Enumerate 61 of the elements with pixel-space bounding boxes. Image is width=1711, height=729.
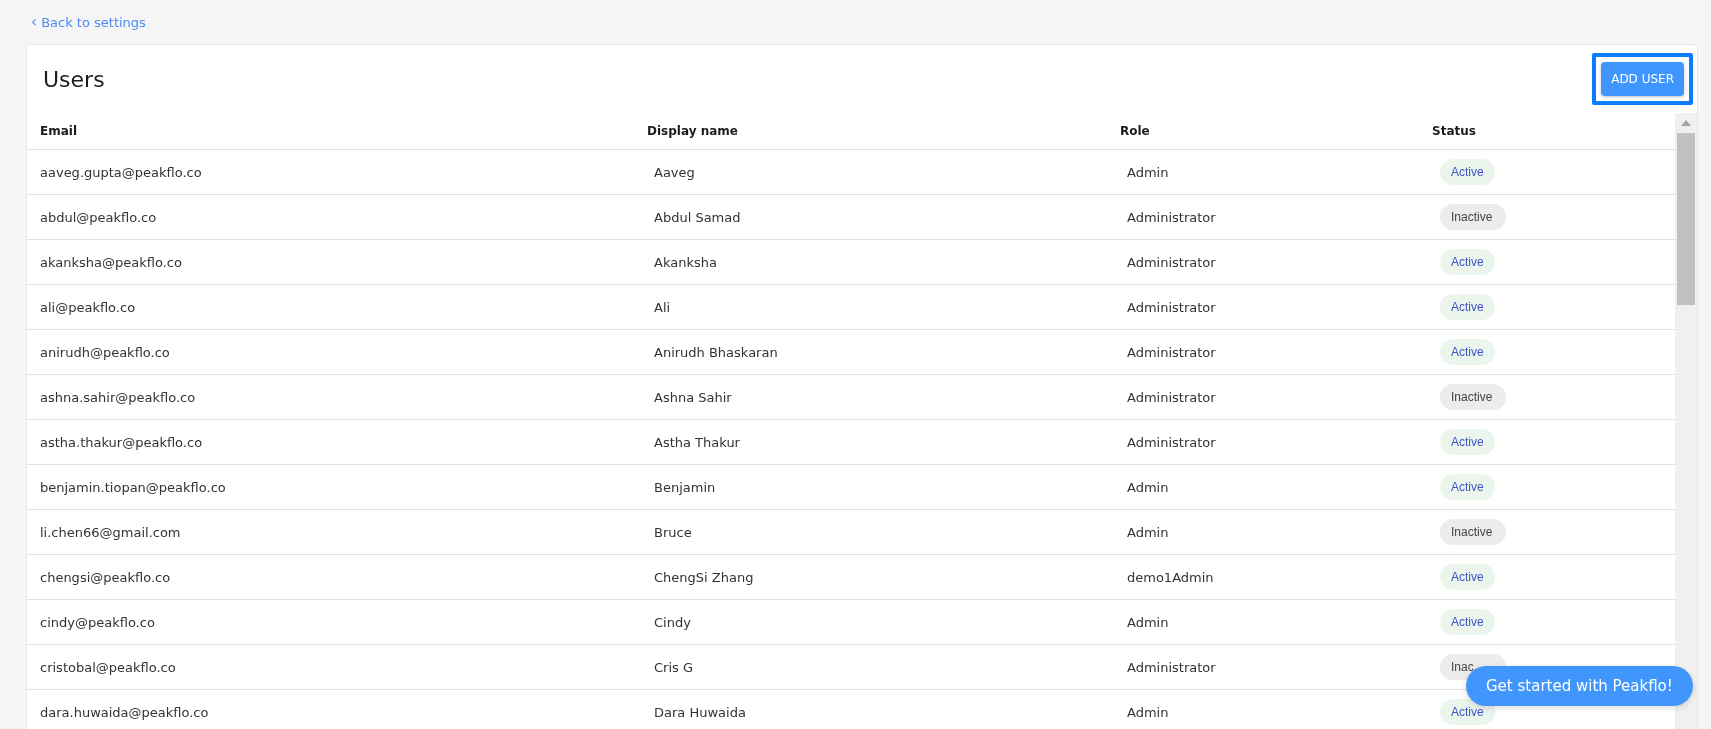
- table-cell-text: ChengSi Zhang: [653, 569, 755, 585]
- back-link[interactable]: ‹ Back to settings: [31, 13, 146, 31]
- column-header: Role: [1120, 124, 1151, 138]
- table-cell-text: Administrator: [1126, 434, 1217, 450]
- table-cell-text: Administrator: [1126, 389, 1217, 405]
- status-badge: Active: [1440, 294, 1495, 320]
- scroll-up-icon[interactable]: [1680, 119, 1692, 127]
- status-badge: Inactive: [1440, 204, 1506, 230]
- table-cell-text: Dara Huwaida: [653, 704, 747, 720]
- status-badge: Active: [1440, 609, 1495, 635]
- status-badge: Active: [1440, 249, 1495, 275]
- add-user-button[interactable]: ADD USER: [1601, 62, 1684, 96]
- table-cell-text: Astha Thakur: [653, 434, 741, 450]
- table-cell-text: astha.thakur@peakflo.co: [40, 434, 204, 450]
- table-cell-text: li.chen66@gmail.com: [40, 524, 182, 540]
- table-cell-text: Administrator: [1126, 659, 1217, 675]
- table-cell-text: aaveg.gupta@peakflo.co: [40, 164, 203, 180]
- table-cell-text: Cindy: [653, 614, 692, 630]
- status-badge: Active: [1440, 159, 1495, 185]
- table-cell-text: ashna.sahir@peakflo.co: [40, 389, 197, 405]
- column-header: Display name: [647, 124, 739, 138]
- status-badge: Active: [1440, 339, 1495, 365]
- table-cell-text: Administrator: [1126, 209, 1217, 225]
- table-cell-text: benjamin.tiopan@peakflo.co: [40, 479, 227, 495]
- table-cell-text: Ali: [653, 299, 672, 315]
- table-cell-text: Admin: [1126, 164, 1170, 180]
- table-cell-text: Benjamin: [653, 479, 717, 495]
- scrollbar[interactable]: [1675, 113, 1697, 729]
- column-header: Status: [1432, 124, 1477, 138]
- table-cell-text: akanksha@peakflo.co: [40, 254, 183, 270]
- table-cell-text: Admin: [1126, 524, 1170, 540]
- status-badge: Inactive: [1440, 384, 1506, 410]
- table-cell-text: Cris G: [653, 659, 694, 675]
- table-cell-text: Administrator: [1126, 299, 1217, 315]
- table-cell-text: demo1Admin: [1126, 569, 1215, 585]
- status-badge: Active: [1440, 699, 1495, 725]
- page-title: Users: [43, 66, 105, 92]
- table-cell-text: Admin: [1126, 704, 1170, 720]
- table-cell-text: chengsi@peakflo.co: [40, 569, 172, 585]
- status-badge: Active: [1440, 474, 1495, 500]
- table-cell-text: Administrator: [1126, 254, 1217, 270]
- status-badge: Active: [1440, 564, 1495, 590]
- scrollbar-thumb[interactable]: [1677, 133, 1695, 305]
- table-cell-text: Bruce: [653, 524, 693, 540]
- table-cell-text: Akanksha: [653, 254, 718, 270]
- table-cell-text: cindy@peakflo.co: [40, 614, 156, 630]
- table-cell-text: Aaveg: [653, 164, 696, 180]
- table-cell-text: Ashna Sahir: [653, 389, 733, 405]
- table-cell-text: cristobal@peakflo.co: [40, 659, 177, 675]
- status-badge: Inactive: [1440, 519, 1506, 545]
- table-cell-text: abdul@peakflo.co: [40, 209, 158, 225]
- column-header: Email: [40, 124, 79, 138]
- table-cell-text: Admin: [1126, 479, 1170, 495]
- status-badge: Active: [1440, 429, 1495, 455]
- table-cell-text: Anirudh Bhaskaran: [653, 344, 779, 360]
- table-cell-text: anirudh@peakflo.co: [40, 344, 171, 360]
- table-cell-text: Admin: [1126, 614, 1170, 630]
- table-cell-text: Abdul Samad: [653, 209, 742, 225]
- table-cell-text: ali@peakflo.co: [40, 299, 137, 315]
- table-cell-text: Administrator: [1126, 344, 1217, 360]
- table-cell-text: dara.huwaida@peakflo.co: [40, 704, 210, 720]
